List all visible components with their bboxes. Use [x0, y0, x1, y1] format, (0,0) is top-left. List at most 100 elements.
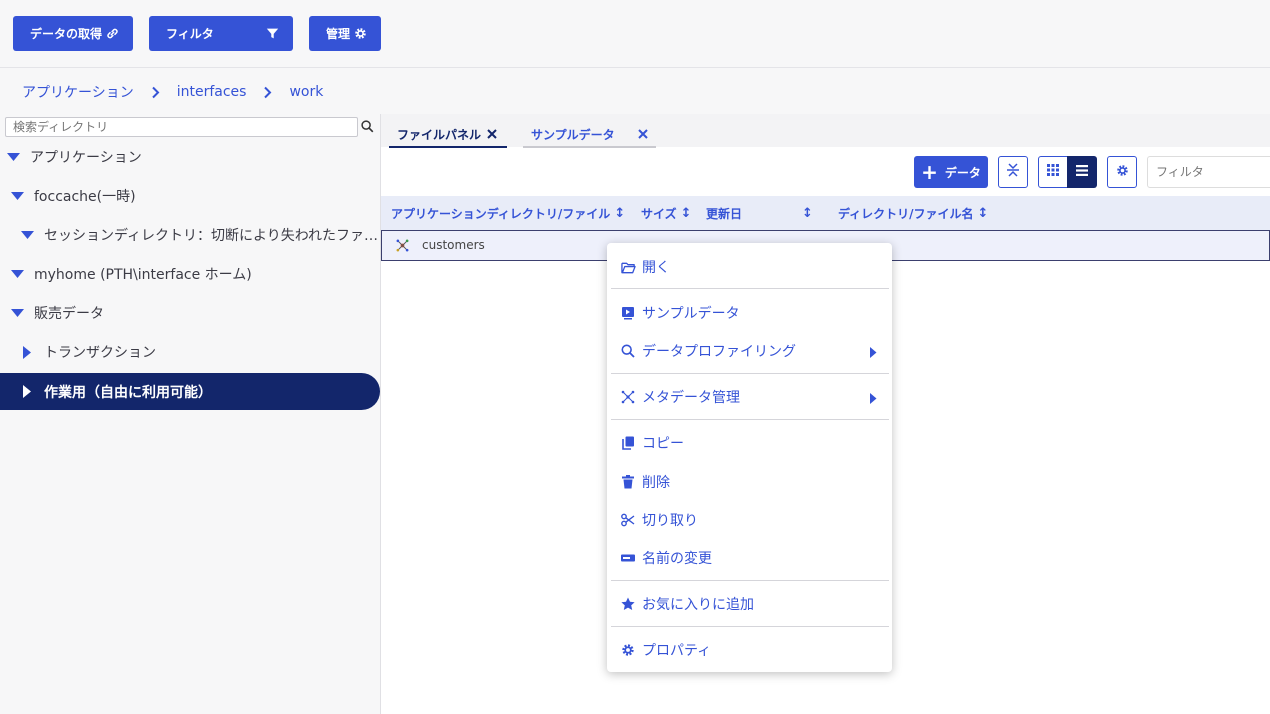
tab-sample-data[interactable]: サンプルデータ: [523, 122, 656, 148]
menu-divider: [611, 626, 889, 627]
gear-icon: [620, 642, 636, 658]
tree-item-label: myhome (PTH\interface ホーム): [34, 267, 252, 283]
caret-down-icon[interactable]: [6, 150, 20, 164]
filter-input[interactable]: [1147, 156, 1270, 188]
gear-icon: [353, 27, 367, 41]
manage-button[interactable]: 管理: [309, 16, 381, 51]
menu-item-label: メタデータ管理: [642, 390, 740, 406]
chevron-right-icon: [263, 86, 272, 99]
caret-right-icon: [870, 346, 877, 362]
sort-icon[interactable]: ↕: [802, 206, 813, 221]
menu-item-open[interactable]: 開く: [607, 252, 892, 282]
link-icon: [105, 27, 119, 41]
breadcrumb-item-applications[interactable]: アプリケーション: [22, 82, 134, 102]
trash-icon: [620, 474, 636, 490]
menu-item-sample-data[interactable]: サンプルデータ: [607, 298, 892, 328]
metadata-icon: [620, 389, 636, 405]
column-header-directory[interactable]: アプリケーションディレクトリ/ファイル ↕: [391, 196, 625, 231]
menu-item-data-profiling[interactable]: データプロファイリング: [607, 336, 892, 366]
menu-item-delete[interactable]: 削除: [607, 467, 892, 497]
tree-item-session-directory[interactable]: セッションディレクトリ：切断により失われたファ…: [0, 216, 380, 254]
caret-down-icon[interactable]: [10, 267, 24, 281]
tree-item-myhome[interactable]: myhome (PTH\interface ホーム): [0, 255, 380, 293]
menu-divider: [611, 419, 889, 420]
menu-item-label: サンプルデータ: [642, 306, 740, 322]
file-name[interactable]: customers: [422, 238, 485, 252]
list-view-button[interactable]: [1067, 156, 1097, 188]
tree-item-label: foccache(一時): [34, 189, 136, 205]
chevron-right-icon: [151, 86, 160, 99]
tree-item-label: アプリケーション: [30, 150, 142, 166]
column-label: ディレクトリ/ファイル名: [838, 207, 974, 221]
close-icon[interactable]: [487, 129, 497, 139]
search-icon: [620, 343, 636, 359]
menu-item-label: 削除: [642, 475, 670, 491]
directory-tree-panel: アプリケーション foccache(一時) セッションディレクトリ：切断により失…: [0, 114, 381, 714]
column-header-modified[interactable]: 更新日 ↕: [706, 196, 813, 231]
add-data-button[interactable]: + データ: [914, 156, 988, 188]
menu-item-rename[interactable]: 名前の変更: [607, 543, 892, 573]
tab-bar: ファイルパネル サンプルデータ: [381, 114, 1270, 148]
tree-item-work[interactable]: 作業用（自由に利用可能）: [0, 373, 380, 410]
manage-label: 管理: [326, 27, 351, 41]
column-header-filename[interactable]: ディレクトリ/ファイル名 ↕: [838, 196, 988, 231]
caret-right-icon[interactable]: [20, 385, 34, 399]
get-data-button[interactable]: データの取得: [13, 16, 133, 51]
search-icon[interactable]: [361, 120, 374, 137]
scissors-icon: [620, 512, 636, 528]
tab-label: ファイルパネル: [397, 127, 482, 142]
top-toolbar: データの取得 フィルタ 管理: [0, 0, 1270, 68]
plus-icon: +: [921, 160, 938, 184]
menu-divider: [611, 373, 889, 374]
caret-down-icon[interactable]: [10, 189, 24, 203]
menu-item-cut[interactable]: 切り取り: [607, 505, 892, 535]
tree-item-transactions[interactable]: トランザクション: [0, 333, 380, 371]
tree-item-label: 作業用（自由に利用可能）: [44, 384, 212, 401]
menu-item-copy[interactable]: コピー: [607, 428, 892, 458]
sort-icon[interactable]: ↕: [681, 206, 692, 221]
column-label: アプリケーションディレクトリ/ファイル: [391, 207, 611, 221]
column-label: 更新日: [706, 207, 743, 221]
menu-item-label: データプロファイリング: [642, 344, 796, 360]
tree-item-applications[interactable]: アプリケーション: [0, 138, 380, 176]
breadcrumb-item-work[interactable]: work: [289, 84, 323, 100]
caret-down-icon[interactable]: [10, 306, 24, 320]
context-menu: 開く サンプルデータ データプロファイリング メタデータ管理 コピー 削除 切り…: [607, 243, 892, 672]
tree-item-label: セッションディレクトリ：切断により失われたファ…: [44, 228, 379, 244]
tree-item-label: 販売データ: [34, 306, 104, 322]
dataset-icon: [396, 239, 409, 255]
settings-button[interactable]: [1107, 156, 1137, 188]
menu-item-label: 名前の変更: [642, 551, 712, 567]
close-icon[interactable]: [638, 129, 648, 139]
tree-item-foccache[interactable]: foccache(一時): [0, 177, 380, 215]
menu-item-properties[interactable]: プロパティ: [607, 635, 892, 665]
breadcrumb: アプリケーション interfaces work: [22, 82, 323, 102]
grid-view-button[interactable]: [1038, 156, 1068, 188]
column-label: サイズ: [641, 207, 677, 221]
sort-icon[interactable]: ↕: [978, 206, 989, 221]
breadcrumb-item-interfaces[interactable]: interfaces: [177, 84, 247, 100]
rename-icon: [620, 550, 636, 566]
filter-button[interactable]: フィルタ: [149, 16, 293, 51]
filter-label: フィルタ: [166, 27, 214, 41]
collapse-icon: [1006, 162, 1020, 182]
menu-item-label: お気に入りに追加: [642, 597, 754, 613]
get-data-label: データの取得: [30, 27, 103, 41]
collapse-button[interactable]: [998, 156, 1028, 188]
column-header-size[interactable]: サイズ ↕: [641, 196, 692, 231]
menu-item-add-favorite[interactable]: お気に入りに追加: [607, 589, 892, 619]
caret-down-icon[interactable]: [20, 228, 34, 242]
caret-right-icon[interactable]: [20, 345, 34, 359]
tree-item-label: トランザクション: [44, 345, 156, 361]
menu-item-label: 開く: [642, 260, 670, 276]
star-icon: [620, 596, 636, 612]
folder-open-icon: [620, 259, 636, 275]
tree-item-sales-data[interactable]: 販売データ: [0, 294, 380, 332]
menu-item-metadata-management[interactable]: メタデータ管理: [607, 382, 892, 412]
tab-file-panel[interactable]: ファイルパネル: [389, 122, 507, 148]
menu-item-label: コピー: [642, 436, 684, 452]
caret-right-icon: [870, 392, 877, 408]
search-directory-input[interactable]: [5, 117, 358, 137]
sort-icon[interactable]: ↕: [614, 206, 625, 221]
grid-icon: [1047, 164, 1059, 180]
